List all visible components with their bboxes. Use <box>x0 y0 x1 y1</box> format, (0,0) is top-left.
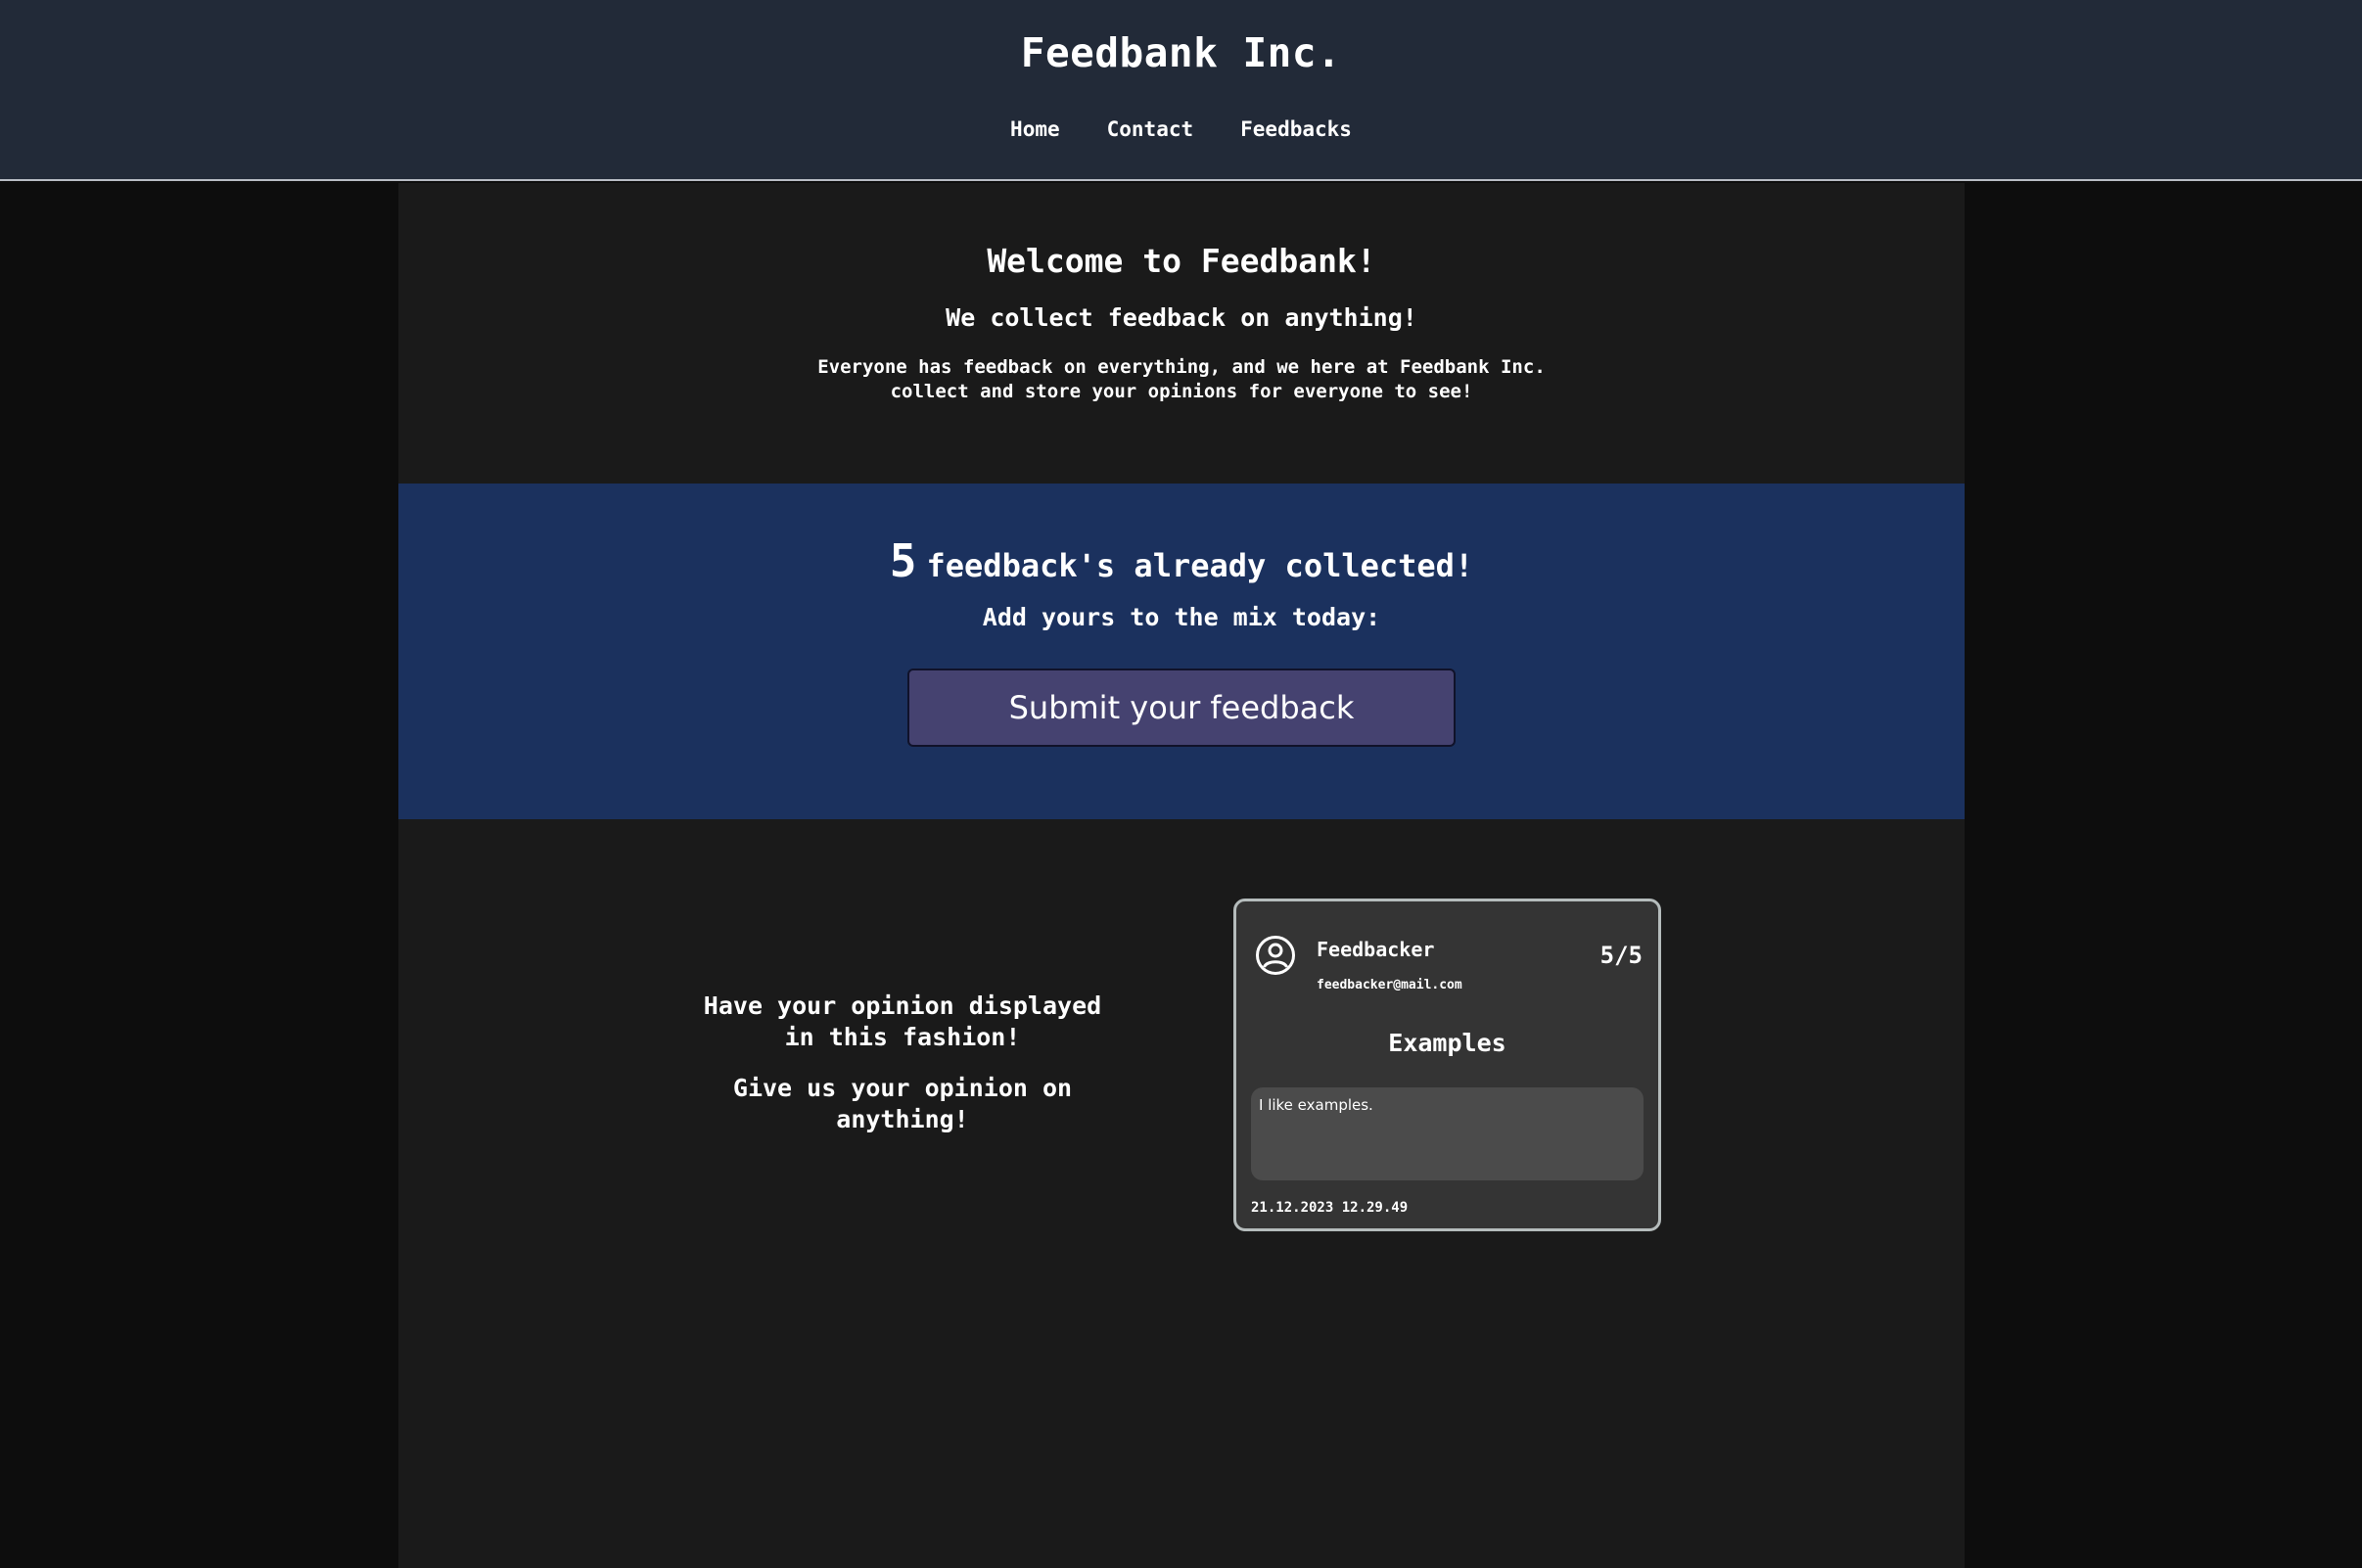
brand-title: Feedbank Inc. <box>1020 29 1342 76</box>
user-circle-icon <box>1256 936 1295 975</box>
nav-contact-link[interactable]: Contact <box>1107 117 1194 141</box>
feedback-rating: 5/5 <box>1599 942 1643 969</box>
feedback-title: Examples <box>1388 1029 1506 1057</box>
feedback-body: I like examples. <box>1251 1087 1644 1180</box>
welcome-heading: Welcome to Feedbank! <box>987 242 1376 280</box>
main-content: Welcome to Feedbank! We collect feedback… <box>398 183 1965 1568</box>
count-line: 5 feedback's already collected! <box>398 534 1965 587</box>
feedback-count: 5 <box>889 534 917 587</box>
feedback-count-banner: 5 feedback's already collected! Add yours… <box>398 484 1965 819</box>
main-nav: Home Contact Feedbacks <box>0 117 2362 141</box>
cta-text: Add yours to the mix today: <box>982 603 1381 631</box>
feedback-count-label: feedback's already collected! <box>926 547 1474 584</box>
feedback-author: Feedbacker <box>1317 938 1435 961</box>
feedback-date: 21.12.2023 12.29.49 <box>1251 1200 1409 1216</box>
pitch-text: Have your opinion displayed in this fash… <box>682 991 1123 1135</box>
pitch-line-2: Give us your opinion on anything! <box>732 1074 1073 1133</box>
nav-feedbacks-link[interactable]: Feedbacks <box>1240 117 1352 141</box>
site-header: Feedbank Inc. Home Contact Feedbacks <box>0 0 2362 181</box>
pitch-line-1: Have your opinion displayed in this fash… <box>703 992 1102 1051</box>
feedback-email: feedbacker@mail.com <box>1317 978 1462 992</box>
submit-feedback-button[interactable]: Submit your feedback <box>907 669 1456 747</box>
welcome-subheading: We collect feedback on anything! <box>946 303 1417 332</box>
example-feedback-card: Feedbacker feedbacker@mail.com 5/5 Examp… <box>1233 899 1661 1231</box>
intro-description: Everyone has feedback on everything, and… <box>817 356 1546 402</box>
intro-section: Welcome to Feedbank! We collect feedback… <box>398 242 1965 404</box>
nav-home-link[interactable]: Home <box>1010 117 1060 141</box>
